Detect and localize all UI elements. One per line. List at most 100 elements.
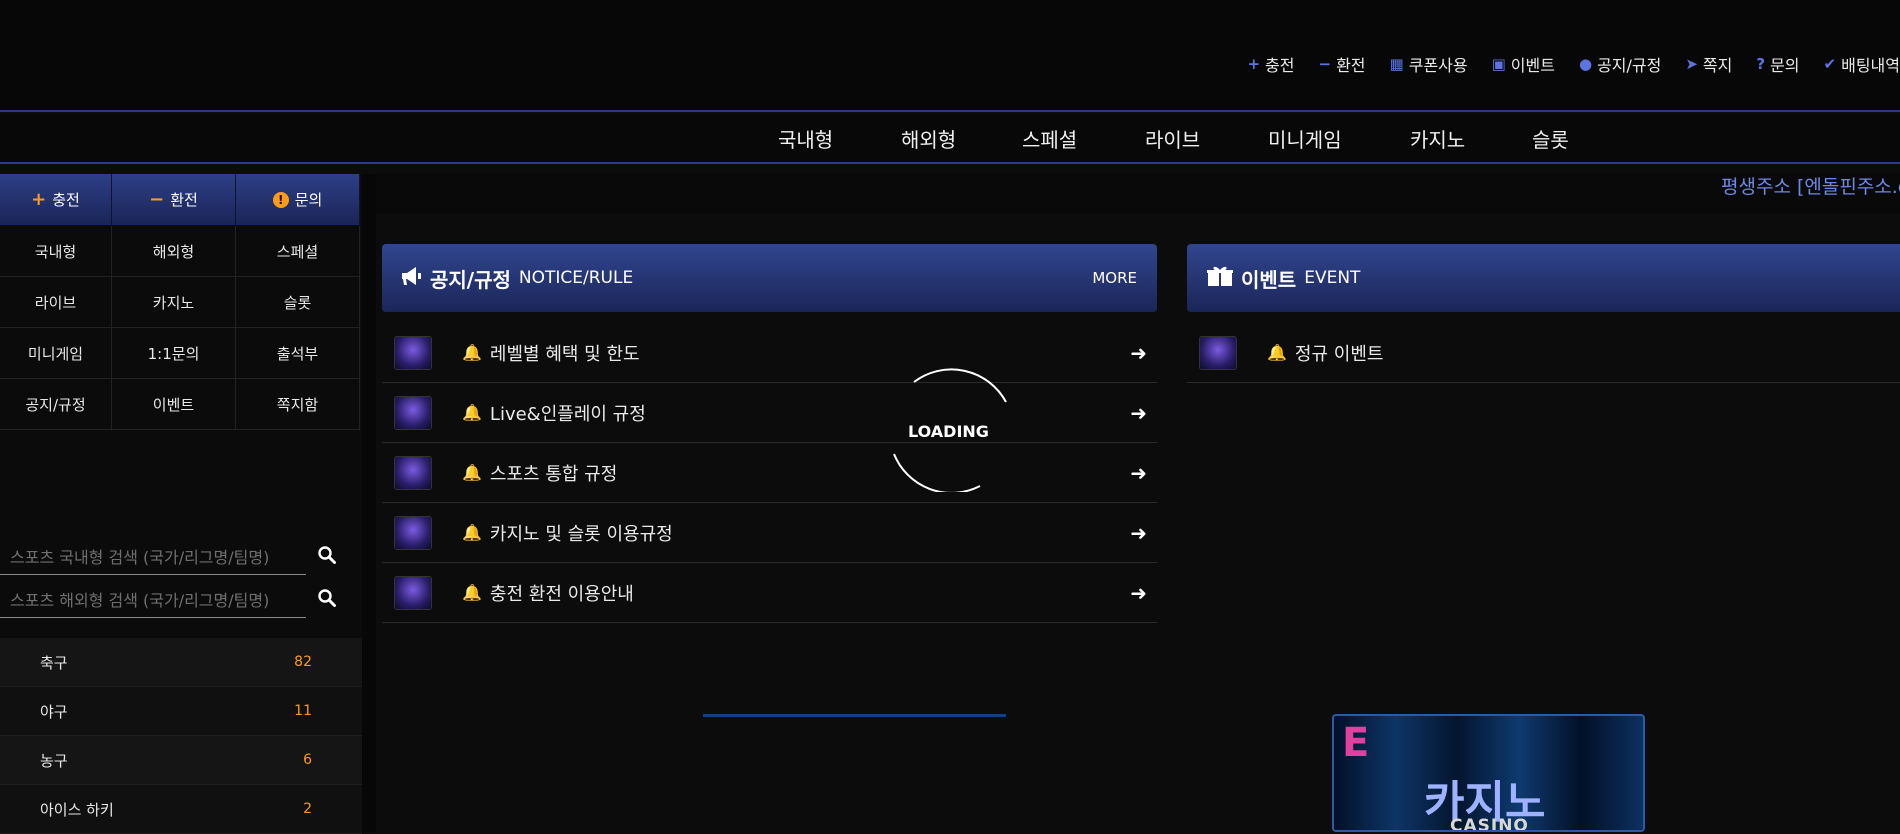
- search-overseas-input[interactable]: [0, 591, 300, 610]
- nav-casino[interactable]: 카지노: [1410, 124, 1465, 153]
- top-link-inquiry[interactable]: ? 문의: [1756, 52, 1799, 76]
- check-icon: ✔: [1823, 55, 1837, 73]
- nav-slot[interactable]: 슬롯: [1532, 124, 1569, 153]
- top-header: + 충전 − 환전 ▦ 쿠폰사용 ▣ 이벤트 ● 공지/규정 ➤ 쪽지 ? 문의 ✔ 배팅내역: [0, 0, 1900, 112]
- plus-icon: +: [31, 189, 47, 210]
- gift-icon: ▦: [1389, 55, 1404, 73]
- info-icon: !: [272, 191, 289, 208]
- top-link-label: 문의: [1770, 56, 1800, 75]
- notice-thumbnail: [394, 335, 432, 370]
- event-row-title: 정규 이벤트: [1294, 343, 1384, 365]
- sidebar-item-casino[interactable]: 카지노: [112, 277, 236, 328]
- sidebar-item-live[interactable]: 라이브: [0, 277, 112, 328]
- notice-row[interactable]: 🔔 카지노 및 슬롯 이용규정 ➜: [382, 503, 1157, 563]
- quick-inquiry-button[interactable]: ! 문의: [236, 174, 360, 225]
- top-link-label: 배팅내역: [1841, 56, 1900, 75]
- arrow-right-icon: ➜: [1130, 400, 1147, 425]
- notice-row-title: 충전 환전 이용안내: [489, 583, 634, 605]
- top-link-bet-history[interactable]: ✔ 배팅내역: [1824, 52, 1900, 76]
- info-icon: ●: [1578, 55, 1593, 73]
- bell-icon: 🔔: [462, 343, 482, 362]
- sport-item-soccer[interactable]: 축구 82: [0, 638, 362, 687]
- notice-thumbnail: [394, 395, 432, 430]
- notice-more-link[interactable]: MORE: [1092, 269, 1137, 287]
- notice-row[interactable]: 🔔 스포츠 통합 규정 ➜: [382, 443, 1157, 503]
- top-link-event[interactable]: ▣ 이벤트: [1492, 52, 1555, 76]
- notice-thumbnail: [394, 455, 432, 490]
- bell-icon: 🔔: [462, 583, 482, 602]
- sidebar-item-messages[interactable]: 쪽지함: [236, 379, 360, 430]
- notice-row[interactable]: 🔔 레벨별 혜택 및 한도 ➜: [382, 323, 1157, 383]
- arrow-right-icon: ➜: [1130, 340, 1147, 365]
- sport-count: 82: [294, 654, 312, 670]
- sport-item-icehockey[interactable]: 아이스 하키 2: [0, 785, 362, 834]
- notice-row-title: 스포츠 통합 규정: [489, 463, 618, 485]
- nav-special[interactable]: 스페셜: [1022, 124, 1077, 153]
- calendar-check-icon: ▣: [1491, 55, 1506, 73]
- quick-exchange-button[interactable]: − 환전: [112, 174, 236, 225]
- quick-charge-button[interactable]: + 충전: [0, 174, 112, 225]
- sport-name: 축구: [40, 653, 68, 672]
- casino-logo: E: [1342, 720, 1370, 766]
- search-overseas: [0, 584, 336, 618]
- notice-subtitle: NOTICE/RULE: [518, 268, 634, 288]
- arrow-right-icon: ➜: [1130, 460, 1147, 485]
- notice-row[interactable]: 🔔 Live&인플레이 규정 ➜: [382, 383, 1157, 443]
- search-icon[interactable]: [318, 546, 336, 569]
- bell-icon: 🔔: [462, 463, 482, 482]
- top-link-label: 충전: [1265, 56, 1295, 75]
- quick-button-label: 충전: [52, 191, 80, 209]
- marquee-bar: 평생주소 [엔돌핀주소.c: [376, 174, 1900, 214]
- top-link-charge[interactable]: + 충전: [1247, 52, 1294, 76]
- top-link-exchange[interactable]: − 환전: [1319, 52, 1366, 76]
- event-thumbnail: [1199, 335, 1237, 370]
- progress-divider: [703, 714, 1006, 717]
- loading-spinner: LOADING: [886, 362, 1010, 494]
- sport-item-baseball[interactable]: 야구 11: [0, 687, 362, 736]
- event-row[interactable]: 🔔 정규 이벤트: [1187, 323, 1900, 383]
- notice-row-title: Live&인플레이 규정: [489, 403, 646, 425]
- sidebar-item-minigame[interactable]: 미니게임: [0, 328, 112, 379]
- sport-count: 11: [294, 703, 312, 719]
- search-domestic-input[interactable]: [0, 548, 300, 567]
- sidebar-item-slot[interactable]: 슬롯: [236, 277, 360, 328]
- notice-row[interactable]: 🔔 충전 환전 이용안내 ➜: [382, 563, 1157, 623]
- bell-icon: 🔔: [462, 523, 482, 542]
- sidebar: + 충전 − 환전 ! 문의 국내형 해외형 스페셜 라이브 카지노 슬롯 미니게임 …: [0, 174, 362, 834]
- casino-banner-english: CASINO: [1450, 816, 1529, 832]
- sidebar-item-inquiry[interactable]: 1:1문의: [112, 328, 236, 379]
- search-icon[interactable]: [318, 589, 336, 612]
- nav-minigame[interactable]: 미니게임: [1268, 124, 1342, 153]
- nav-overseas[interactable]: 해외형: [901, 124, 956, 153]
- sidebar-item-special[interactable]: 스페셜: [236, 226, 360, 277]
- quick-button-label: 문의: [294, 191, 323, 209]
- bell-icon: 🔔: [462, 403, 482, 422]
- sport-name: 아이스 하키: [40, 800, 114, 819]
- sidebar-item-event[interactable]: 이벤트: [112, 379, 236, 430]
- top-link-notice[interactable]: ● 공지/규정: [1579, 52, 1661, 76]
- nav-live[interactable]: 라이브: [1145, 124, 1200, 153]
- event-subtitle: EVENT: [1304, 268, 1361, 288]
- event-panel-header: 이벤트 EVENT: [1187, 244, 1900, 312]
- notice-thumbnail: [394, 515, 432, 550]
- sidebar-item-overseas[interactable]: 해외형: [112, 226, 236, 277]
- plus-icon: +: [1247, 55, 1261, 73]
- casino-banner[interactable]: E 카지노 CASINO: [1332, 714, 1645, 832]
- sport-count: 2: [303, 801, 312, 817]
- top-links: + 충전 − 환전 ▦ 쿠폰사용 ▣ 이벤트 ● 공지/규정 ➤ 쪽지 ? 문의 ✔ 배팅내역: [1223, 52, 1900, 76]
- nav-domestic[interactable]: 국내형: [778, 124, 833, 153]
- sidebar-menu-grid: 국내형 해외형 스페셜 라이브 카지노 슬롯 미니게임 1:1문의 출석부 공지…: [0, 226, 360, 430]
- loading-text: LOADING: [908, 422, 989, 441]
- sidebar-item-domestic[interactable]: 국내형: [0, 226, 112, 277]
- gift-icon: [1207, 265, 1233, 291]
- top-link-coupon[interactable]: ▦ 쿠폰사용: [1390, 52, 1468, 76]
- sports-list: 축구 82 야구 11 농구 6 아이스 하키 2: [0, 638, 362, 834]
- sport-name: 농구: [40, 751, 68, 770]
- arrow-right-icon: ➜: [1130, 580, 1147, 605]
- sidebar-item-attendance[interactable]: 출석부: [236, 328, 360, 379]
- sidebar-item-notice[interactable]: 공지/규정: [0, 379, 112, 430]
- top-link-message[interactable]: ➤ 쪽지: [1685, 52, 1732, 76]
- sport-item-basketball[interactable]: 농구 6: [0, 736, 362, 785]
- top-link-label: 쿠폰사용: [1408, 56, 1468, 75]
- quick-buttons: + 충전 − 환전 ! 문의: [0, 174, 360, 226]
